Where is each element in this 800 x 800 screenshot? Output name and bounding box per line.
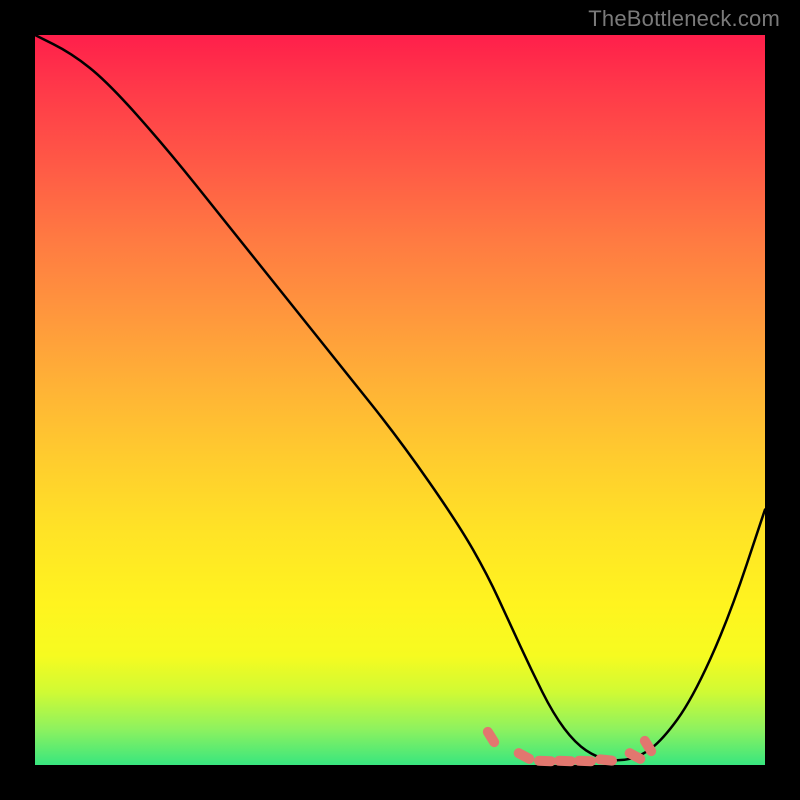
chart-marker	[512, 747, 536, 766]
chart-marker	[533, 755, 555, 766]
chart-marker	[594, 754, 617, 766]
chart-marker	[574, 756, 596, 767]
chart-frame: TheBottleneck.com	[0, 0, 800, 800]
chart-marker	[481, 725, 501, 749]
chart-marker	[554, 756, 576, 767]
plot-area	[35, 35, 765, 765]
attribution-text: TheBottleneck.com	[588, 6, 780, 32]
marker-layer	[35, 35, 765, 765]
